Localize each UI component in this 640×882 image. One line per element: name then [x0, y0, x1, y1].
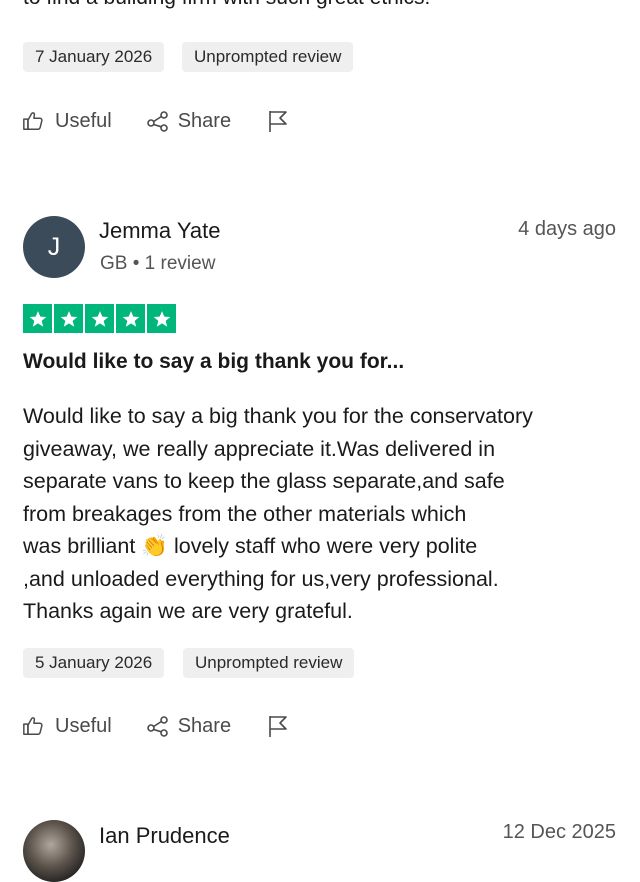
review-body-line: Would like to say a big thank you for th… — [23, 404, 533, 428]
share-label: Share — [177, 109, 232, 132]
next-reviewer-avatar[interactable] — [23, 820, 85, 882]
flag-icon — [267, 714, 289, 738]
share-button[interactable]: Share — [146, 714, 231, 738]
review-body-line: from breakages from the other materials … — [23, 501, 467, 526]
previous-review-unprompted-badge: Unprompted review — [182, 42, 354, 72]
review-body-line: was brilliant 👏 lovely staff who were ve… — [23, 534, 478, 558]
useful-label: Useful — [55, 714, 112, 737]
share-icon — [146, 109, 170, 133]
review-body-line: separate vans to keep the glass separate… — [23, 469, 505, 493]
thumbs-up-icon — [22, 110, 44, 132]
reviewer-meta: GB • 1 review — [100, 253, 216, 274]
review-actions: Useful Share — [22, 711, 289, 741]
review-time: 4 days ago — [518, 218, 616, 240]
star-icon — [54, 304, 83, 333]
reviewer-avatar[interactable]: J — [23, 216, 85, 278]
review-unprompted-badge: Unprompted review — [183, 648, 355, 678]
report-button[interactable] — [267, 714, 289, 738]
share-button[interactable]: Share — [146, 109, 231, 133]
previous-review-date-badge: 7 January 2026 — [23, 42, 165, 72]
review-title: Would like to say a big thank you for... — [23, 350, 405, 373]
review-body-line: ,and unloaded everything for us,very pro… — [23, 566, 499, 591]
star-icon — [23, 304, 52, 333]
avatar-letter: J — [47, 232, 61, 261]
useful-label: Useful — [55, 109, 112, 132]
reviewer-name[interactable]: Jemma Yate — [99, 218, 220, 244]
flag-icon — [267, 109, 289, 133]
review-body: Would like to say a big thank you for th… — [23, 400, 623, 628]
share-label: Share — [177, 714, 232, 737]
star-icon — [116, 304, 145, 333]
report-button[interactable] — [267, 109, 289, 133]
review-body-line: Thanks again we are very grateful. — [23, 599, 353, 623]
share-icon — [146, 714, 170, 738]
star-icon — [147, 304, 176, 333]
next-reviewer-name[interactable]: Ian Prudence — [99, 823, 230, 849]
useful-button[interactable]: Useful — [22, 110, 112, 133]
previous-review-actions: Useful Share — [22, 106, 289, 136]
next-review-time: 12 Dec 2025 — [502, 821, 616, 843]
star-icon — [85, 304, 114, 333]
star-rating — [23, 304, 176, 333]
review-body-line: giveaway, we really appreciate it.Was de… — [23, 436, 496, 461]
previous-review-text: to find a building firm with such great … — [23, 0, 430, 10]
review-date-badge: 5 January 2026 — [23, 648, 165, 678]
useful-button[interactable]: Useful — [22, 715, 112, 738]
thumbs-up-icon — [22, 715, 44, 737]
